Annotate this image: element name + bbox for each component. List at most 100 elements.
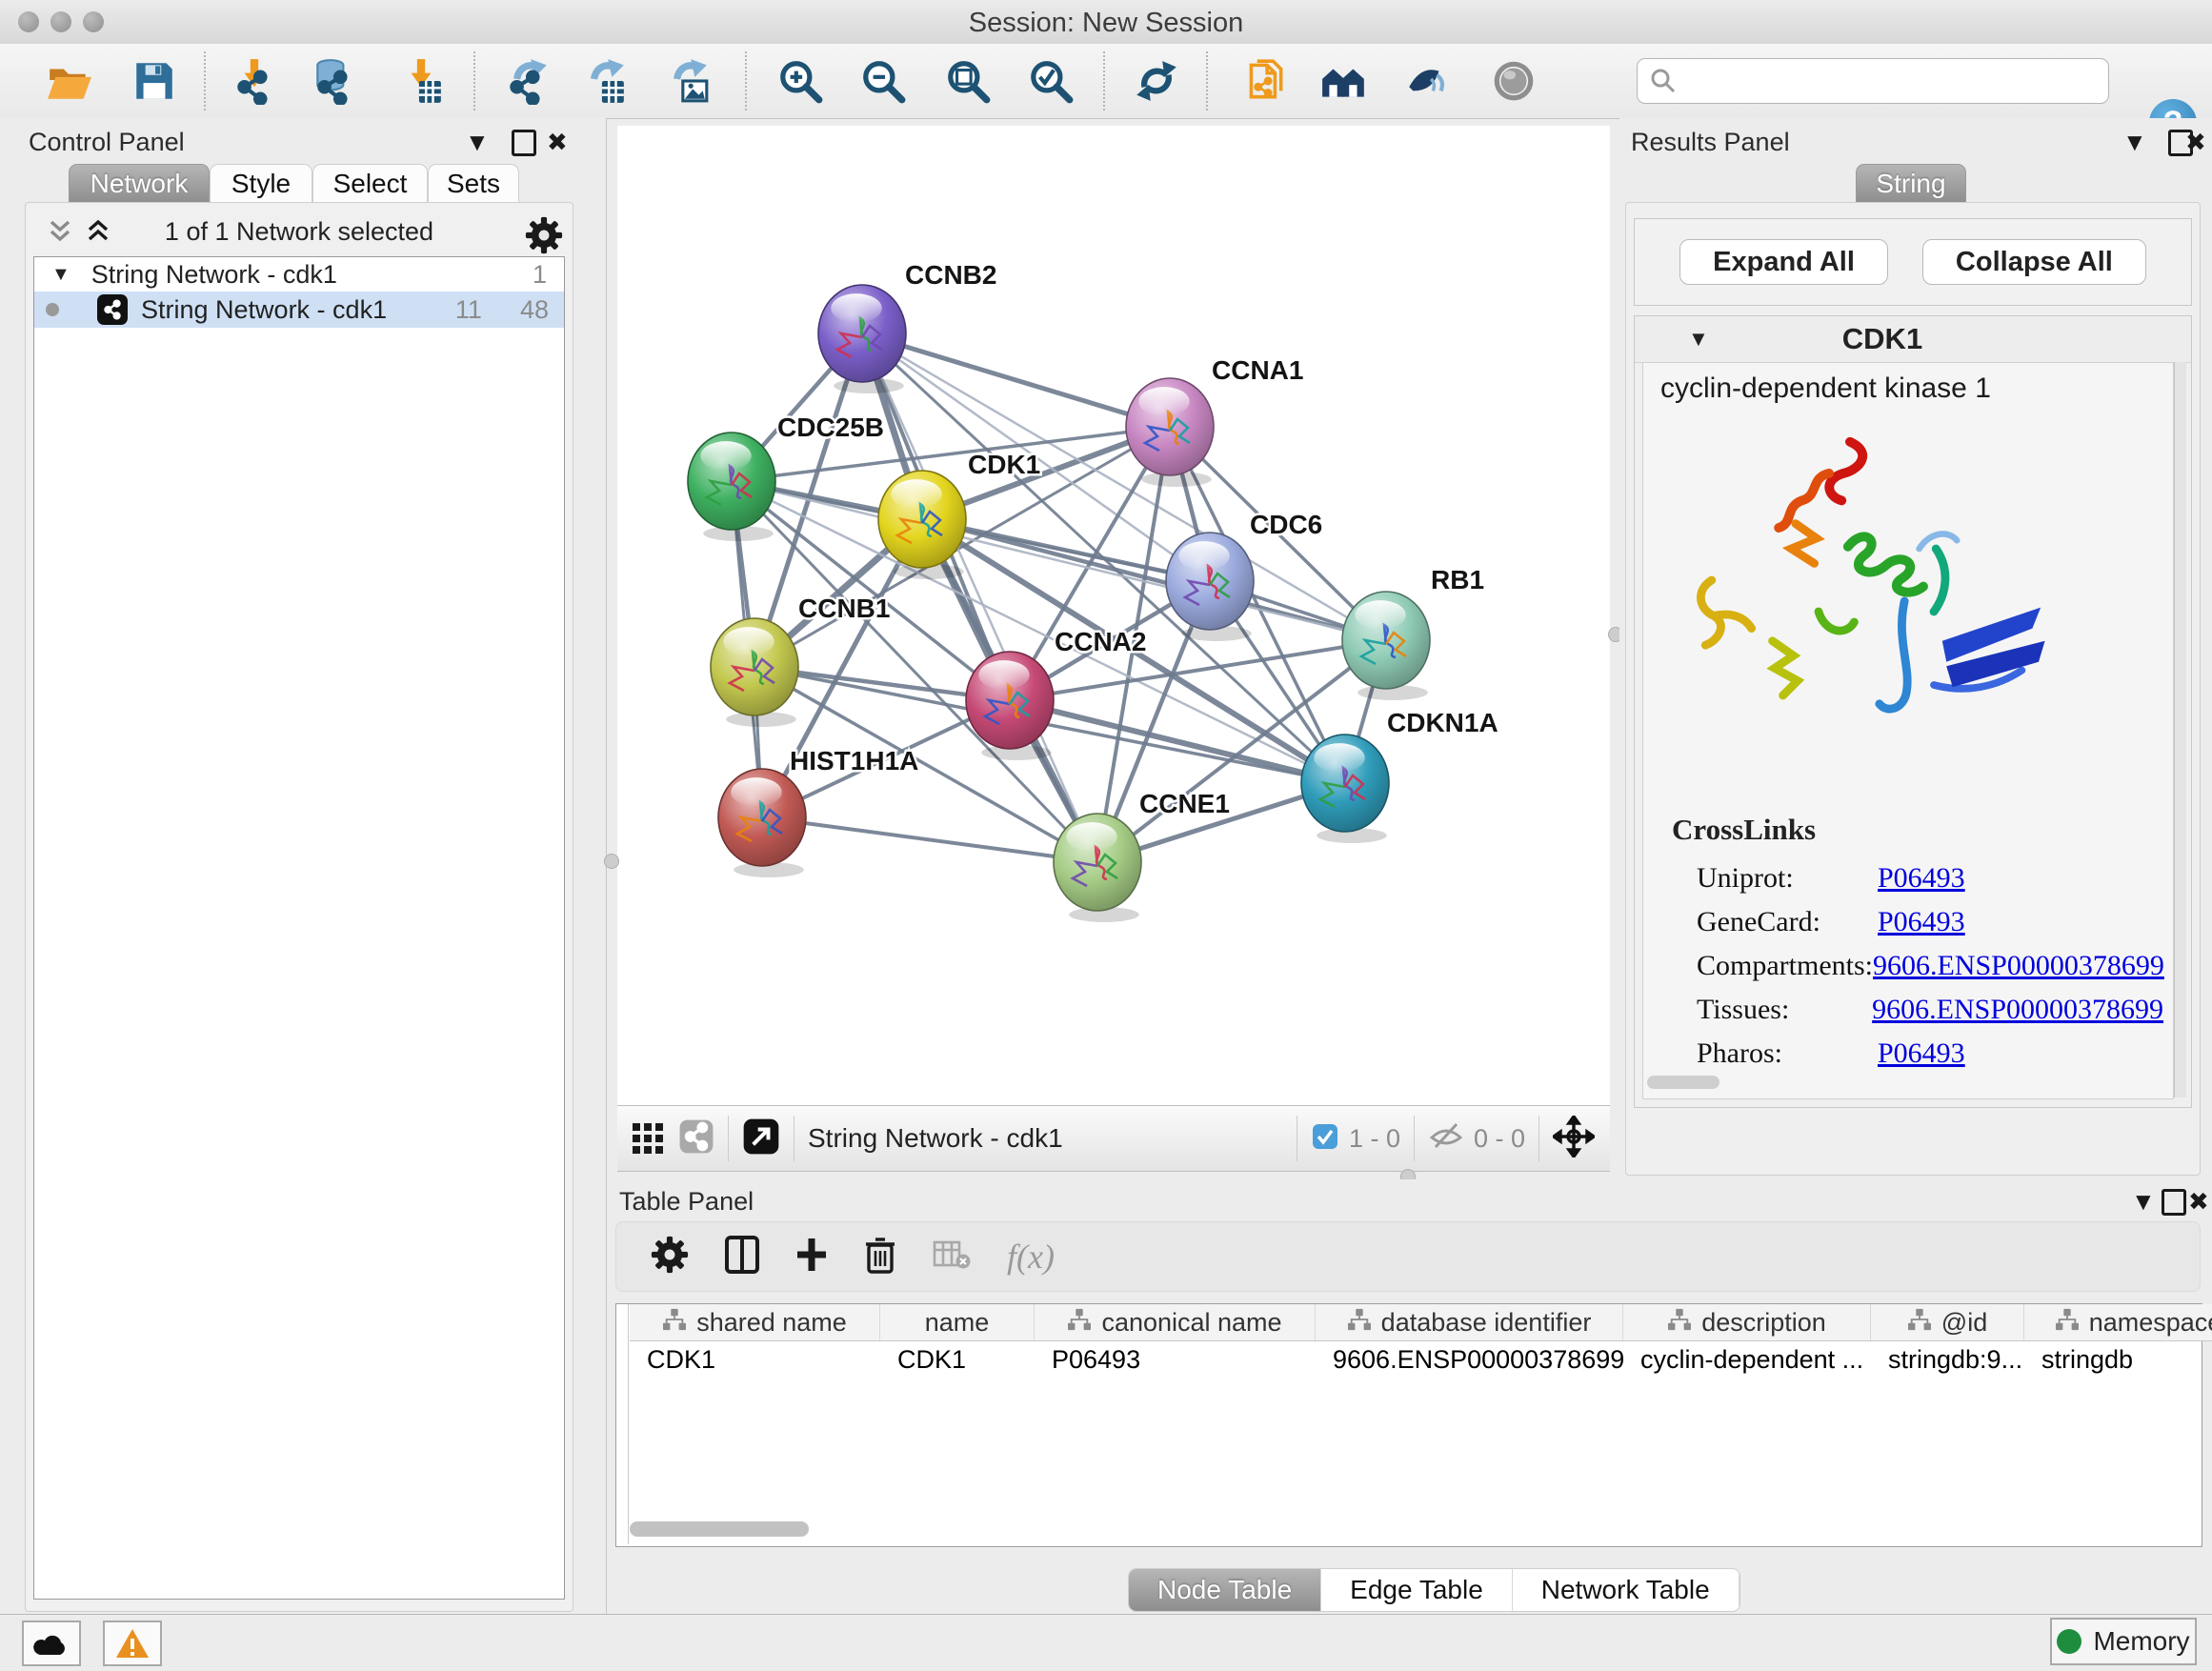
collapse-panel-icon[interactable]: ▼ bbox=[465, 130, 490, 154]
import-database-icon[interactable] bbox=[311, 57, 358, 105]
open-session-icon[interactable] bbox=[46, 57, 93, 105]
crosslink-link[interactable]: P06493 bbox=[1878, 1037, 1965, 1081]
import-table-icon[interactable] bbox=[397, 57, 445, 105]
tab-sets[interactable]: Sets bbox=[428, 164, 519, 203]
cloud-status-button[interactable] bbox=[22, 1621, 81, 1666]
left-splitter-handle[interactable] bbox=[604, 854, 619, 869]
collapse-results-icon[interactable]: ▼ bbox=[2122, 130, 2147, 154]
table-row[interactable]: CDK1CDK1P064939606.ENSP00000378699cyclin… bbox=[630, 1340, 2212, 1379]
function-builder-button[interactable]: f(x) bbox=[1007, 1237, 1055, 1277]
collapse-table-icon[interactable]: ▼ bbox=[2131, 1189, 2156, 1214]
table-cell[interactable]: CDK1 bbox=[880, 1340, 1035, 1379]
zoom-selected-icon[interactable] bbox=[1027, 57, 1075, 105]
delete-column-icon[interactable] bbox=[864, 1236, 896, 1278]
network-options-gear-icon[interactable] bbox=[525, 216, 563, 259]
close-panel-icon[interactable]: ✖ bbox=[547, 130, 568, 154]
crosslink-link[interactable]: P06493 bbox=[1878, 862, 1965, 906]
import-network-icon[interactable] bbox=[231, 57, 278, 105]
network-node-CCNA2[interactable] bbox=[966, 652, 1054, 760]
network-edge[interactable] bbox=[862, 333, 1097, 862]
refresh-icon[interactable] bbox=[1133, 57, 1180, 105]
tab-network-table[interactable]: Network Table bbox=[1513, 1569, 1739, 1611]
selected-checkbox-icon[interactable] bbox=[1311, 1122, 1339, 1156]
tree-expander-icon[interactable]: ▼ bbox=[51, 264, 70, 286]
tab-select[interactable]: Select bbox=[312, 164, 428, 203]
column-header-name[interactable]: name bbox=[880, 1304, 1035, 1340]
node-label-CCNB2: CCNB2 bbox=[905, 260, 996, 290]
column-header-description[interactable]: description bbox=[1623, 1304, 1871, 1340]
presentation-ball-icon[interactable] bbox=[1490, 57, 1538, 105]
table-cell[interactable]: P06493 bbox=[1035, 1340, 1316, 1379]
network-node-CCNB2[interactable] bbox=[818, 285, 906, 393]
network-node-CCNE1[interactable] bbox=[1054, 814, 1141, 922]
collapse-all-button[interactable]: Collapse All bbox=[1922, 239, 2146, 285]
share-view-icon[interactable] bbox=[678, 1118, 714, 1159]
open-in-window-icon[interactable] bbox=[742, 1117, 780, 1160]
tab-node-table[interactable]: Node Table bbox=[1129, 1569, 1321, 1611]
network-node-CDC25B[interactable] bbox=[688, 433, 775, 541]
table-hscroll-thumb[interactable] bbox=[630, 1521, 809, 1537]
home-network-icon[interactable] bbox=[1320, 57, 1368, 105]
tab-network[interactable]: Network bbox=[69, 164, 210, 203]
crosslink-link[interactable]: 9606.ENSP00000378699 bbox=[1872, 994, 2163, 1037]
float-panel-icon[interactable] bbox=[512, 130, 536, 156]
birdseye-view-icon[interactable] bbox=[1553, 1116, 1595, 1162]
tab-string[interactable]: String bbox=[1856, 164, 1966, 203]
hide-labels-icon[interactable] bbox=[1403, 57, 1451, 105]
add-column-icon[interactable] bbox=[795, 1237, 828, 1278]
tab-edge-table[interactable]: Edge Table bbox=[1321, 1569, 1513, 1611]
save-session-icon[interactable] bbox=[131, 57, 178, 105]
tab-style[interactable]: Style bbox=[210, 164, 312, 203]
export-table-icon[interactable] bbox=[580, 57, 628, 105]
table-cell[interactable]: stringdb:9... bbox=[1871, 1340, 2024, 1379]
gene-expander-icon[interactable]: ▼ bbox=[1688, 327, 1709, 352]
grid-view-icon[interactable] bbox=[631, 1119, 665, 1158]
table-cell[interactable]: stringdb bbox=[2024, 1340, 2212, 1379]
node-label-CCNE1: CCNE1 bbox=[1139, 789, 1230, 818]
crosslink-link[interactable]: 9606.ENSP00000378699 bbox=[1873, 950, 2164, 994]
close-table-icon[interactable]: ✖ bbox=[2188, 1189, 2209, 1214]
network-canvas[interactable]: CCNB2CCNA1CDC25BCDK1CDC6RB1CCNB1CCNA2CDK… bbox=[617, 126, 1610, 1105]
network-node-CCNA1[interactable] bbox=[1126, 378, 1214, 487]
network-node-RB1[interactable] bbox=[1342, 592, 1430, 700]
zoom-out-icon[interactable] bbox=[859, 57, 907, 105]
export-network-icon[interactable] bbox=[503, 57, 551, 105]
hidden-eye-icon[interactable] bbox=[1428, 1120, 1464, 1158]
warning-status-button[interactable] bbox=[103, 1621, 162, 1666]
memory-button[interactable]: Memory bbox=[2050, 1618, 2197, 1665]
float-table-icon[interactable] bbox=[2162, 1189, 2186, 1216]
export-image-icon[interactable] bbox=[663, 57, 711, 105]
table-cell[interactable]: CDK1 bbox=[630, 1340, 880, 1379]
gene-section-header[interactable]: ▼ CDK1 bbox=[1635, 316, 2191, 363]
string-document-icon[interactable] bbox=[1241, 57, 1289, 105]
search-input[interactable] bbox=[1637, 58, 2109, 104]
network-node-HIST1H1A[interactable] bbox=[718, 769, 806, 877]
table-cell[interactable]: 9606.ENSP00000378699 bbox=[1316, 1340, 1623, 1379]
network-node-CDKN1A[interactable] bbox=[1301, 735, 1389, 843]
zoom-in-icon[interactable] bbox=[776, 57, 824, 105]
expand-all-networks-icon[interactable] bbox=[47, 218, 73, 250]
crosslink-link[interactable]: P06493 bbox=[1878, 906, 1965, 950]
column-header-database-identifier[interactable]: database identifier bbox=[1316, 1304, 1623, 1340]
gene-vscrollbar[interactable] bbox=[2174, 362, 2186, 1097]
gene-hscroll-thumb[interactable] bbox=[1647, 1076, 1719, 1089]
collapse-all-networks-icon[interactable] bbox=[85, 218, 111, 250]
network-edge[interactable] bbox=[862, 333, 1170, 427]
zoom-fit-icon[interactable] bbox=[944, 57, 992, 105]
show-columns-icon[interactable] bbox=[725, 1236, 759, 1278]
network-collection-row[interactable]: ▼ String Network - cdk1 1 bbox=[34, 257, 564, 292]
expand-all-button[interactable]: Expand All bbox=[1679, 239, 1888, 285]
column-header-shared-name[interactable]: shared name bbox=[630, 1304, 880, 1340]
network-row-selected[interactable]: String Network - cdk1 11 48 bbox=[34, 292, 564, 328]
column-header-canonical-name[interactable]: canonical name bbox=[1035, 1304, 1316, 1340]
column-label: description bbox=[1701, 1308, 1826, 1338]
network-selection-bar: 1 of 1 Network selected bbox=[26, 211, 573, 252]
table-cell[interactable]: cyclin-dependent ... bbox=[1623, 1340, 1871, 1379]
close-results-icon[interactable]: ✖ bbox=[2185, 130, 2206, 154]
table-settings-gear-icon[interactable] bbox=[651, 1236, 689, 1278]
network-edge[interactable] bbox=[762, 817, 1097, 862]
column-header--id[interactable]: @id bbox=[1871, 1304, 2024, 1340]
delete-table-icon[interactable] bbox=[933, 1238, 971, 1276]
column-header-namespace[interactable]: namespace bbox=[2024, 1304, 2212, 1340]
network-node-CCNB1[interactable] bbox=[711, 618, 798, 727]
